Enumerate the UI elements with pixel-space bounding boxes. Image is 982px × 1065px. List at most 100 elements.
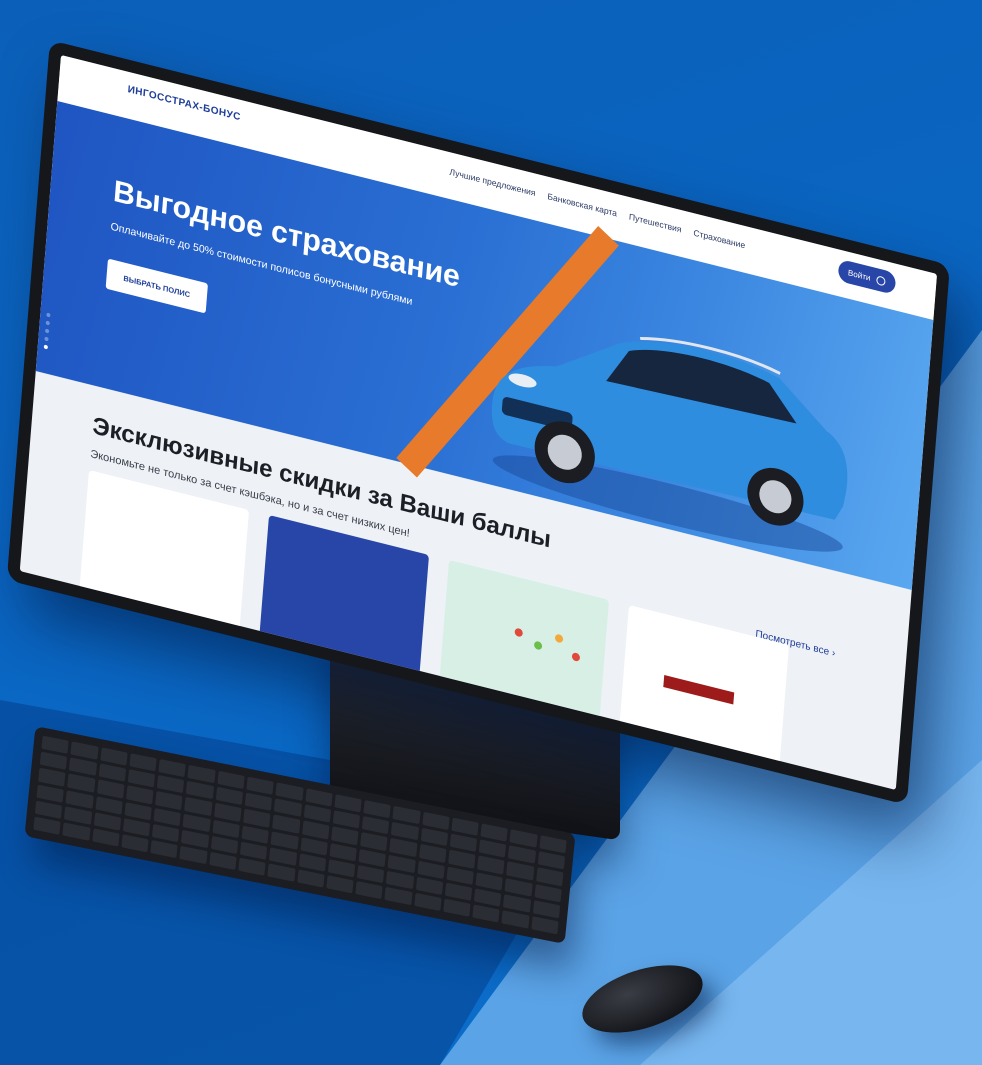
keyboard-key	[127, 769, 156, 788]
keyboard-key	[298, 852, 326, 872]
keyboard-key	[332, 810, 361, 829]
keyboard-key	[443, 898, 471, 917]
keyboard-key	[39, 751, 68, 771]
login-label: Войти	[847, 267, 871, 283]
keyboard-key	[417, 860, 445, 879]
keyboard-key	[270, 830, 299, 850]
keyboard-key	[156, 775, 185, 794]
login-button[interactable]: Войти	[837, 258, 897, 295]
keyboard-key	[125, 785, 154, 804]
slider-dot[interactable]	[46, 312, 51, 318]
keyboard-key	[273, 798, 302, 818]
choose-policy-button[interactable]: ВЫБРАТЬ ПОЛИС	[105, 258, 208, 314]
vegetable-image	[571, 652, 581, 662]
keyboard-key	[506, 861, 535, 881]
chevron-right-icon: ›	[831, 647, 836, 660]
slider-dots	[43, 312, 51, 350]
keyboard-key	[304, 788, 333, 807]
slider-dot-active[interactable]	[43, 344, 48, 350]
login-icon	[876, 274, 886, 286]
keyboard-key	[327, 858, 356, 878]
keyboard-key	[98, 763, 126, 782]
keyboard-key	[217, 770, 245, 790]
keyboard-key	[184, 797, 213, 816]
keyboard-key	[122, 817, 151, 837]
keyboard-key	[69, 757, 97, 777]
vegetable-image	[514, 627, 524, 638]
menu-item-best-offers[interactable]: Лучшие предложения	[449, 167, 536, 198]
brand-logo-image	[663, 675, 735, 705]
keyboard-key	[534, 883, 562, 903]
keyboard-key	[182, 813, 211, 832]
keyboard-key	[387, 854, 416, 873]
keyboard-key	[478, 839, 507, 859]
keyboard-key	[67, 773, 96, 793]
keyboard-key	[150, 839, 178, 859]
keyboard-key	[355, 880, 383, 900]
keyboard-key	[358, 848, 387, 867]
keyboard-key	[41, 735, 69, 755]
keyboard-key	[539, 835, 567, 854]
keyboard-key	[472, 904, 501, 923]
keyboard-key	[269, 847, 297, 866]
keyboard-key	[129, 753, 157, 772]
keyboard-key	[95, 795, 123, 815]
keyboard-key	[532, 899, 561, 919]
keyboard-key	[181, 829, 209, 848]
keyboard-key	[326, 874, 354, 894]
vegetable-image	[533, 640, 543, 651]
keyboard-key	[275, 782, 304, 801]
vegetable-image	[554, 633, 564, 644]
keyboard-key	[508, 845, 536, 864]
slider-dot[interactable]	[44, 328, 50, 334]
keyboard-key	[415, 876, 444, 895]
keyboard-key	[448, 849, 476, 869]
keyboard-key	[99, 747, 128, 766]
keyboard-key	[36, 784, 65, 803]
keyboard-key	[444, 882, 473, 901]
keyboard-key	[391, 822, 419, 841]
keyboard-key	[446, 866, 475, 885]
keyboard-key	[386, 870, 414, 889]
keyboard-key	[501, 910, 530, 929]
keyboard-key	[179, 845, 208, 865]
keyboard-key	[208, 851, 237, 870]
keyboard-key	[413, 892, 442, 911]
keyboard-key	[121, 833, 149, 853]
menu-item-bank-card[interactable]: Банковская карта	[547, 191, 617, 218]
keyboard-key	[451, 817, 479, 836]
keyboard-key	[300, 836, 328, 856]
keyboard-key	[361, 816, 390, 835]
keyboard-key	[155, 791, 183, 810]
keyboard-key	[475, 871, 504, 891]
keyboard-key	[70, 741, 99, 760]
keyboard-key	[186, 781, 214, 800]
site-logo[interactable]: ИНГОССТРАХ-БОНУС	[127, 84, 241, 123]
keyboard-key	[296, 869, 325, 888]
keyboard-key	[187, 764, 216, 784]
keyboard-key	[272, 814, 300, 834]
keyboard-key	[503, 893, 531, 913]
keyboard-key	[421, 811, 450, 831]
keyboard-key	[363, 800, 392, 819]
keyboard-key	[33, 816, 61, 835]
keyboard-key	[213, 803, 242, 822]
keyboard-key	[537, 851, 566, 870]
keyboard-key	[531, 915, 559, 935]
keyboard-key	[449, 833, 478, 853]
keyboard-key	[360, 832, 388, 851]
menu-item-insurance[interactable]: Страхование	[693, 227, 745, 250]
keyboard-key	[389, 838, 418, 857]
menu-item-travel[interactable]: Путешествия	[629, 211, 682, 234]
keyboard-key	[62, 822, 91, 841]
keyboard-key	[65, 789, 94, 809]
keyboard-key	[212, 819, 240, 838]
keyboard-key	[301, 820, 330, 840]
slider-dot[interactable]	[44, 336, 49, 342]
keyboard-key	[215, 786, 244, 806]
keyboard-key	[509, 829, 538, 848]
keyboard-key	[329, 842, 357, 862]
slider-dot[interactable]	[45, 320, 50, 326]
keyboard-key	[356, 864, 385, 884]
keyboard-key	[477, 855, 505, 875]
